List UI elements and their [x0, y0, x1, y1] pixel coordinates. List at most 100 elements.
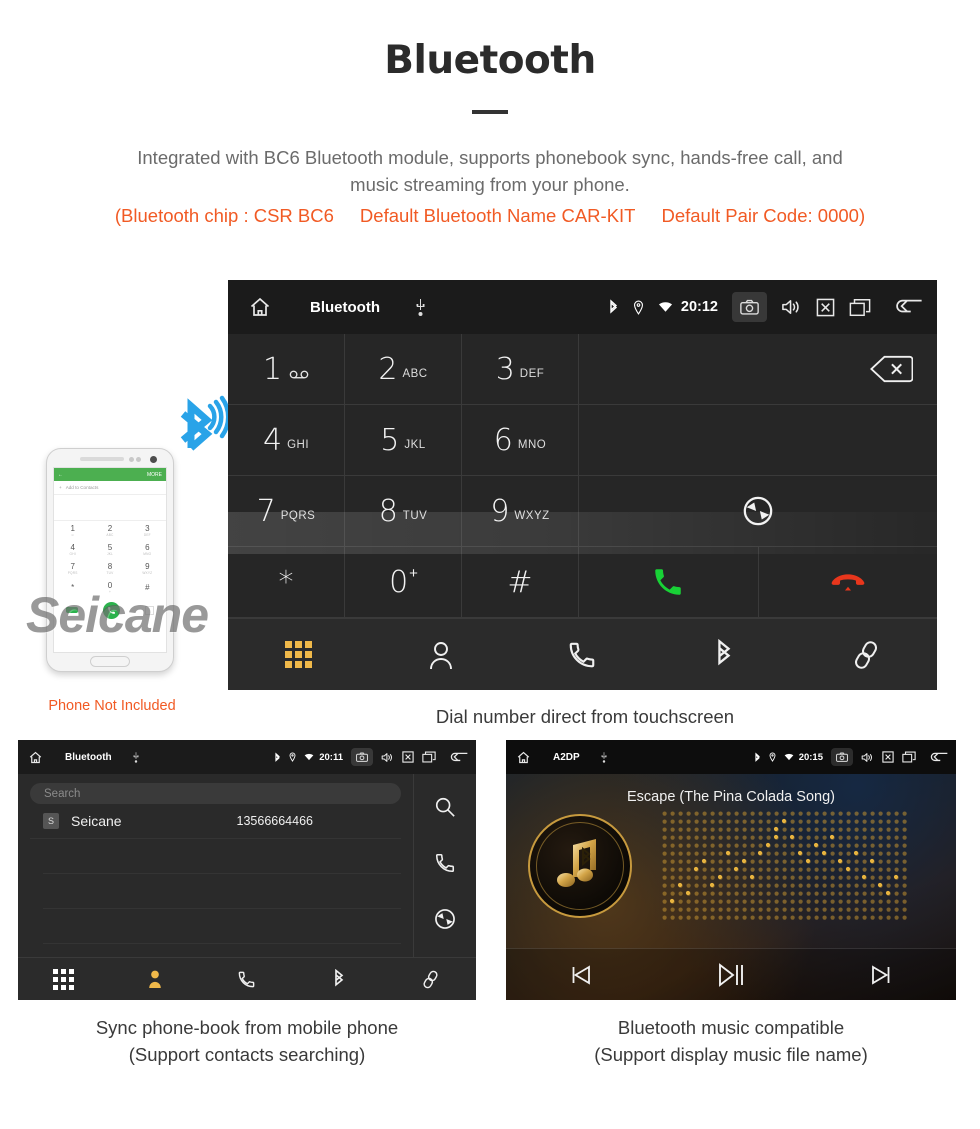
- back-icon[interactable]: [449, 751, 468, 764]
- key-4[interactable]: 4 GHI: [228, 405, 345, 476]
- next-button[interactable]: [806, 962, 956, 988]
- call-log-icon: [239, 971, 255, 987]
- phone-number-field: [54, 495, 166, 521]
- music-caption-line-1: Bluetooth music compatible: [617, 1017, 845, 1038]
- contacts-icon: [429, 641, 452, 669]
- contacts-icon: [149, 970, 162, 988]
- key-hash[interactable]: #: [462, 547, 579, 618]
- wifi-icon: [658, 301, 673, 313]
- key-6[interactable]: 6 MNO: [462, 405, 579, 476]
- phone-camera-icon: [150, 456, 157, 463]
- key-letters: JKL: [404, 439, 426, 451]
- nav-contacts[interactable]: [370, 640, 512, 670]
- key-letters: WXYZ: [514, 510, 550, 522]
- dialer-navbar: [228, 618, 937, 690]
- volume-icon[interactable]: [861, 752, 874, 763]
- call-button[interactable]: [579, 547, 759, 618]
- volume-icon[interactable]: [381, 752, 394, 763]
- camera-icon[interactable]: [351, 748, 373, 766]
- bluetooth-icon: [754, 752, 761, 763]
- prev-button[interactable]: [506, 962, 656, 988]
- nav-bluetooth[interactable]: [653, 638, 795, 671]
- volume-icon[interactable]: [781, 298, 802, 316]
- intro-text: Integrated with BC6 Bluetooth module, su…: [0, 144, 980, 198]
- close-icon[interactable]: [882, 751, 894, 763]
- back-icon[interactable]: [893, 297, 923, 317]
- camera-icon[interactable]: [831, 748, 853, 766]
- home-icon[interactable]: [248, 295, 272, 319]
- camera-icon[interactable]: [732, 292, 767, 322]
- search-button[interactable]: [434, 796, 456, 823]
- call-button[interactable]: [434, 852, 456, 879]
- phone-key: 5 JKL: [106, 543, 114, 556]
- sync-button[interactable]: [579, 476, 937, 547]
- dialer-display-area: [579, 405, 937, 476]
- key-2[interactable]: 2 ABC: [345, 334, 462, 405]
- key-1[interactable]: 1: [228, 334, 345, 405]
- phonebook-title: Bluetooth: [65, 751, 112, 763]
- phone-not-included-note: Phone Not Included: [48, 698, 176, 714]
- back-icon[interactable]: [929, 751, 948, 764]
- phone-sensor-2: [136, 457, 141, 462]
- dialer-statusbar: Bluetooth 20:12: [228, 280, 937, 334]
- recent-apps-icon[interactable]: [849, 298, 871, 317]
- key-digit: 9: [490, 493, 510, 529]
- phone-sensor-1: [129, 457, 134, 462]
- bluetooth-icon: [334, 968, 343, 986]
- home-icon[interactable]: [516, 750, 531, 765]
- bluetooth-wave-icon: [180, 395, 231, 451]
- home-icon[interactable]: [28, 750, 43, 765]
- nav-call-log[interactable]: [512, 640, 654, 670]
- phone-keypad: 1 ∞ 2 ABC 3 DEF 4 GHI 5 JKL 6 MNO 7 PQRS 8 TUV 9…: [54, 521, 166, 597]
- phonebook-screenshot: Bluetooth 20:11 Search S Seicane 1356666…: [18, 740, 476, 1000]
- key-3[interactable]: 3 DEF: [462, 334, 579, 405]
- hangup-button[interactable]: [758, 547, 937, 618]
- phonebook-body: Search S Seicane 13566664466: [18, 774, 476, 957]
- prev-icon: [572, 964, 590, 985]
- nav-call-log[interactable]: [201, 970, 293, 989]
- phone-key: 4 GHI: [69, 543, 76, 556]
- backspace-button[interactable]: [579, 334, 937, 405]
- recent-apps-icon[interactable]: [422, 751, 436, 763]
- phone-key: 7 PQRS: [67, 562, 78, 575]
- search-icon: [435, 798, 455, 818]
- phone-add-label: Add to Contacts: [65, 485, 99, 490]
- play-pause-button[interactable]: [656, 960, 806, 990]
- key-9[interactable]: 9 WXYZ: [462, 476, 579, 547]
- phone-key: 2 ABC: [106, 524, 114, 537]
- bluetooth-icon: [718, 638, 731, 665]
- contact-row[interactable]: S Seicane 13566664466: [30, 804, 401, 839]
- plus-icon: +: [59, 485, 62, 490]
- link-icon: [423, 970, 438, 988]
- key-7[interactable]: 7 PQRS: [228, 476, 345, 547]
- phone-key: #: [145, 583, 150, 592]
- usb-icon: [414, 298, 427, 316]
- music-caption: Bluetooth music compatible (Support disp…: [506, 1014, 956, 1068]
- key-0[interactable]: 0 +: [345, 547, 462, 618]
- phone-app-topbar: ← MORE: [54, 468, 166, 481]
- wifi-icon: [304, 753, 314, 761]
- key-star[interactable]: *: [228, 547, 345, 618]
- key-8[interactable]: 8 TUV: [345, 476, 462, 547]
- nav-dialpad[interactable]: [228, 641, 370, 668]
- nav-pair[interactable]: [795, 640, 937, 670]
- nav-pair[interactable]: [384, 970, 476, 989]
- recent-apps-icon[interactable]: [902, 751, 916, 763]
- sync-button[interactable]: [434, 908, 456, 935]
- phone-key: 9 WXYZ: [142, 562, 153, 575]
- usb-icon: [132, 751, 140, 763]
- close-icon[interactable]: [816, 298, 835, 317]
- key-5[interactable]: 5 JKL: [345, 405, 462, 476]
- contact-initial: S: [43, 813, 59, 829]
- nav-dialpad[interactable]: [18, 968, 110, 990]
- play-pause-icon: [719, 962, 743, 987]
- key-digit: 3: [495, 351, 515, 387]
- nav-contacts[interactable]: [110, 969, 202, 989]
- nav-bluetooth[interactable]: [293, 968, 385, 990]
- contact-row-empty: [43, 909, 401, 944]
- bluetooth-icon: [608, 299, 619, 315]
- search-input[interactable]: Search: [30, 783, 401, 804]
- music-caption-line-2: (Support display music file name): [594, 1044, 868, 1065]
- close-icon[interactable]: [402, 751, 414, 763]
- phone-mockup: ← MORE + Add to Contacts 1 ∞ 2 ABC 3 DEF 4G…: [46, 395, 231, 672]
